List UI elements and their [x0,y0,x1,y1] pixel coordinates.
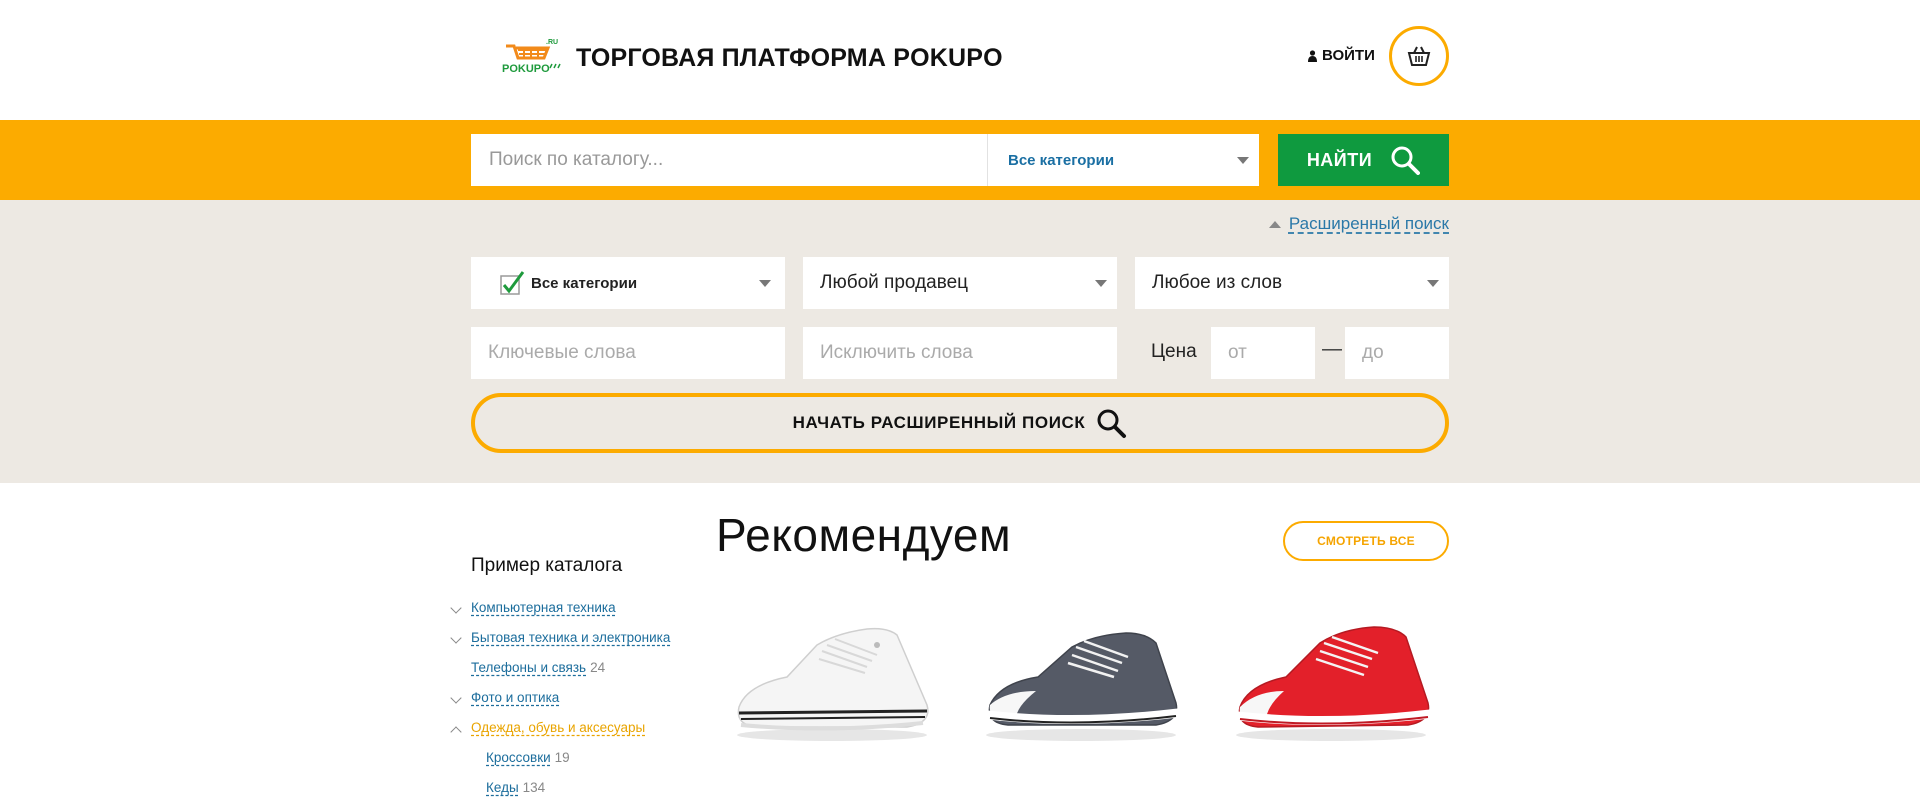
word-match-select[interactable]: Любое из слов [1135,257,1449,309]
white-sneaker-icon [737,627,929,741]
search-category-select[interactable]: Все категории [987,134,1259,186]
caret-down-icon [759,280,771,287]
start-advanced-search-label: НАЧАТЬ РАСШИРЕННЫЙ ПОИСК [792,413,1086,432]
catalog-item-link[interactable]: Бытовая техника и электроника [471,630,670,645]
catalog-subitem[interactable]: Кроссовки 19 [486,750,570,765]
price-to-input[interactable] [1362,342,1432,364]
catalog-subitem-link[interactable]: Кеды [486,780,519,795]
gray-sneaker-icon [986,632,1179,741]
keywords-input[interactable] [488,342,768,364]
catalog-item[interactable]: Компьютерная техника [450,600,616,615]
chevron-up-icon[interactable] [450,726,462,738]
caret-down-icon [1427,280,1439,287]
catalog-item[interactable]: Бытовая техника и электроника [450,630,670,645]
pokupo-logo[interactable]: POKUPO .RU [500,36,566,76]
search-input[interactable] [471,134,987,186]
catalog-item-link[interactable]: Фото и оптика [471,690,559,705]
price-to-field[interactable] [1345,327,1449,379]
advanced-category-select[interactable]: Все категории [471,257,785,309]
search-category-value: Все категории [1008,151,1115,169]
search-icon [1097,409,1127,438]
exclude-words-field[interactable] [803,327,1117,379]
site-title: ТОРГОВАЯ ПЛАТФОРМА POKUPO [576,44,1003,72]
advanced-category-value: Все категории [531,274,638,292]
exclude-words-input[interactable] [820,342,1100,364]
checkbox-checked-icon [500,271,525,295]
user-icon [1308,49,1317,62]
chevron-down-icon[interactable] [450,692,462,704]
advanced-search-toggle[interactable]: Расширенный поиск [1268,214,1449,234]
logo-text: POKUPO [502,63,550,75]
search-button[interactable]: НАЙТИ [1278,134,1449,186]
catalog-item-count: 24 [590,660,606,675]
see-all-button[interactable]: СМОТРЕТЬ ВСЕ [1283,521,1449,561]
chevron-down-icon[interactable] [450,632,462,644]
logo-sup: .RU [546,39,558,46]
caret-down-icon [1237,157,1249,164]
product-card[interactable] [727,615,937,745]
login-label: ВОЙТИ [1322,47,1375,64]
catalog-item-count: 19 [554,750,570,765]
catalog-item[interactable]: Фото и оптика [450,690,559,705]
seller-select-value: Любой продавец [820,272,969,293]
seller-select[interactable]: Любой продавец [803,257,1117,309]
triangle-up-icon [1268,220,1281,228]
catalog-subitem[interactable]: Кеды 134 [486,780,545,795]
word-match-value: Любое из слов [1152,272,1283,293]
product-card[interactable] [976,615,1186,745]
keywords-field[interactable] [471,327,785,379]
search-button-label: НАЙТИ [1306,149,1373,170]
price-from-field[interactable] [1211,327,1315,379]
catalog-item[interactable]: Телефоны и связь 24 [471,660,605,675]
catalog-item-link[interactable]: Телефоны и связь [471,660,586,675]
catalog-item-count: 134 [522,780,546,795]
product-card[interactable] [1226,615,1436,745]
caret-down-icon [1095,280,1107,287]
catalog-item-link-active[interactable]: Одежда, обувь и аксесуары [471,720,645,735]
price-label: Цена [1151,341,1197,362]
catalog-subitem-link[interactable]: Кроссовки [486,750,551,765]
cart-button[interactable] [1389,26,1449,86]
advanced-search-link-label: Расширенный поиск [1288,214,1449,233]
login-link[interactable]: ВОЙТИ [1308,47,1375,64]
catalog-item[interactable]: Одежда, обувь и аксесуары [450,720,645,738]
search-icon [1391,146,1421,175]
recommended-title: Рекомендуем [716,509,1012,561]
catalog-title: Пример каталога [471,555,623,576]
catalog-item-link[interactable]: Компьютерная техника [471,600,616,615]
red-sneaker-icon [1236,626,1431,741]
price-range-dash: — [1322,338,1342,360]
start-advanced-search-button[interactable]: НАЧАТЬ РАСШИРЕННЫЙ ПОИСК [471,393,1449,453]
chevron-down-icon[interactable] [450,602,462,614]
basket-icon [1407,46,1431,66]
price-from-input[interactable] [1228,342,1298,364]
